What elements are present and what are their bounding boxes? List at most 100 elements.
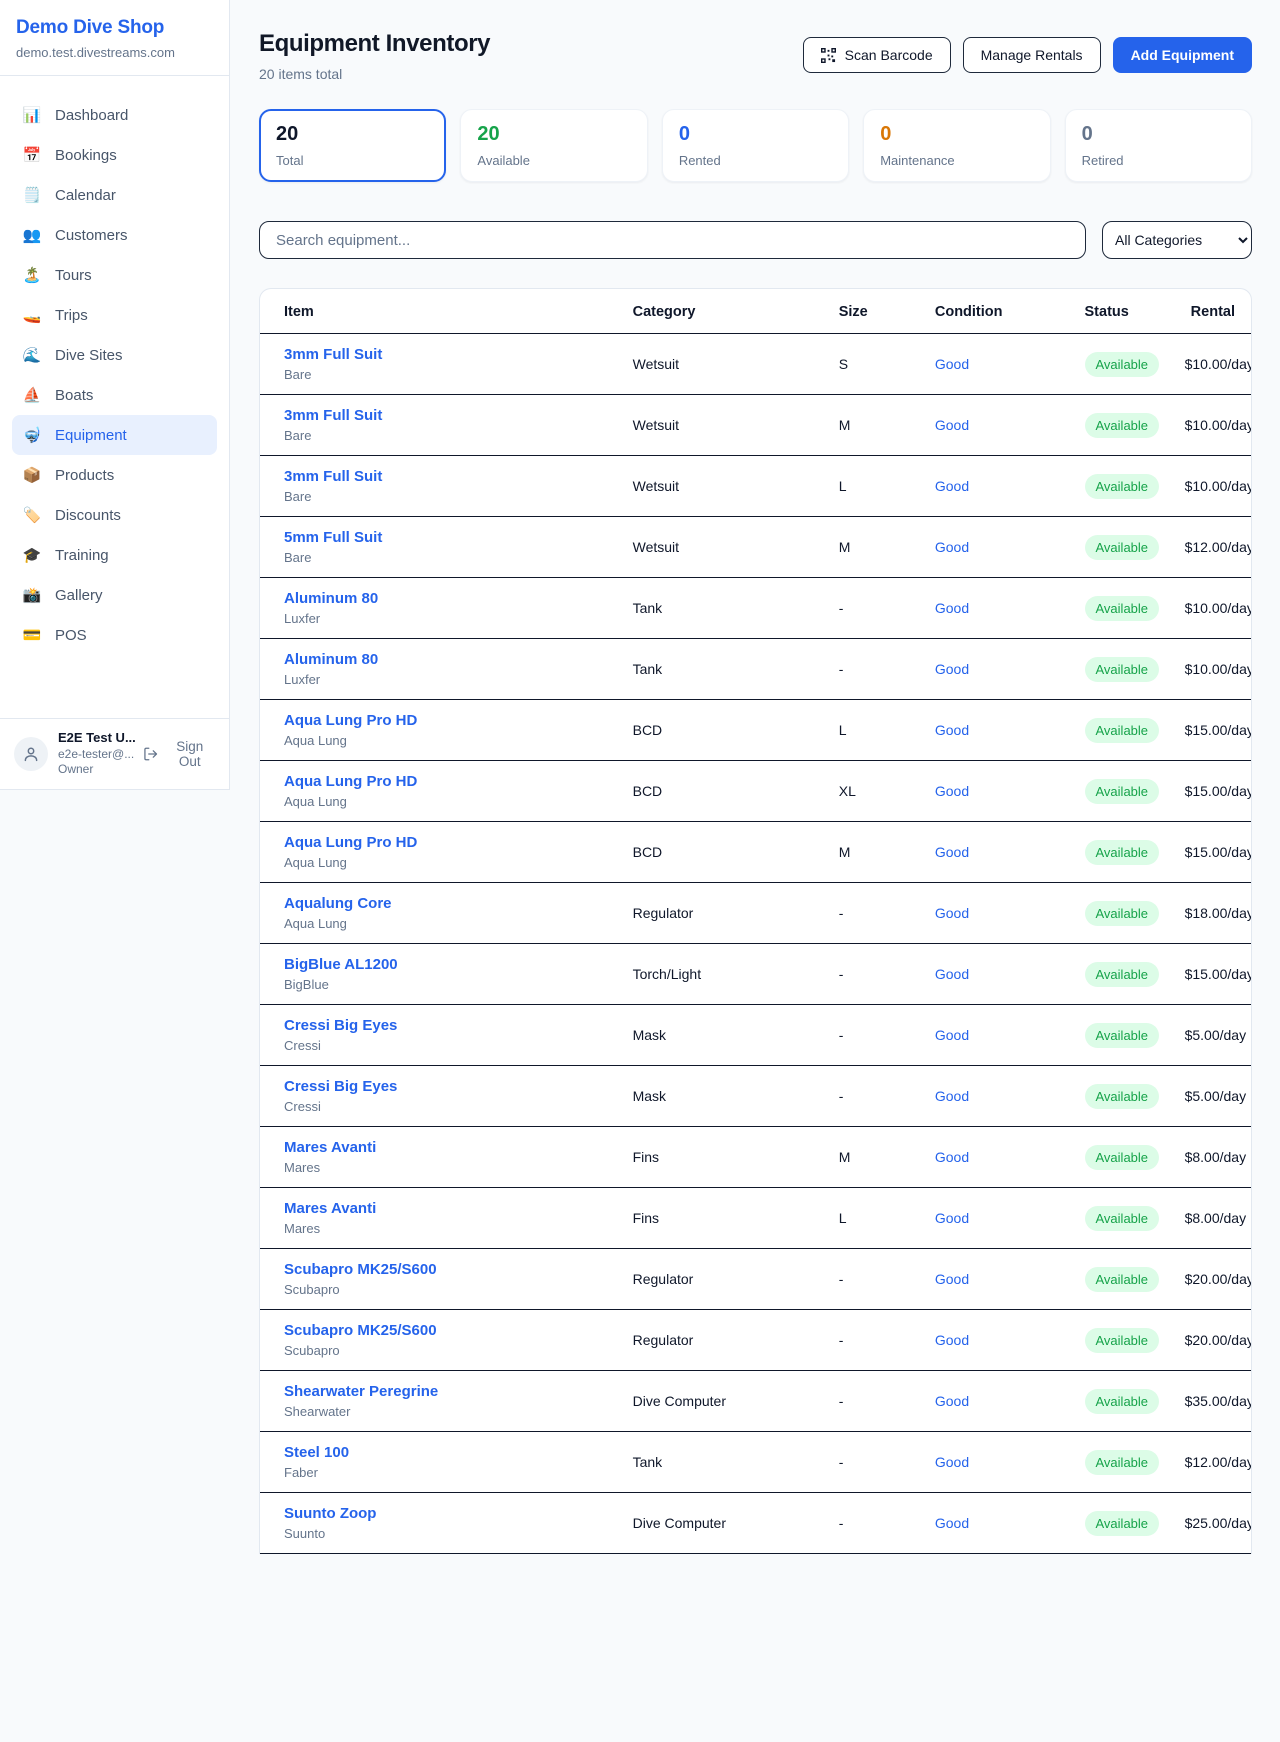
item-name-link[interactable]: 3mm Full Suit: [284, 407, 633, 424]
condition-link[interactable]: Good: [935, 1332, 969, 1348]
stat-value: 20: [276, 123, 429, 146]
sidebar-item[interactable]: 📸 Gallery: [12, 575, 217, 615]
item-name-link[interactable]: Aqua Lung Pro HD: [284, 773, 633, 790]
item-name-link[interactable]: 3mm Full Suit: [284, 346, 633, 363]
stat-card[interactable]: 0 Rented: [662, 109, 849, 182]
status-cell: Available: [1085, 1310, 1185, 1371]
sidebar-item[interactable]: 📊 Dashboard: [12, 95, 217, 135]
stat-value: 20: [477, 123, 630, 146]
sidebar-item[interactable]: 🏝️ Tours: [12, 255, 217, 295]
condition-link[interactable]: Good: [935, 600, 969, 616]
sidebar-item[interactable]: 🚤 Trips: [12, 295, 217, 335]
condition-link[interactable]: Good: [935, 661, 969, 677]
status-cell: Available: [1085, 944, 1185, 1005]
item-name-link[interactable]: Suunto Zoop: [284, 1505, 633, 1522]
condition-link[interactable]: Good: [935, 1027, 969, 1043]
rental-cell: $10.00/day: [1185, 578, 1251, 639]
condition-link[interactable]: Good: [935, 1210, 969, 1226]
item-name-link[interactable]: Aluminum 80: [284, 651, 633, 668]
condition-link[interactable]: Good: [935, 1515, 969, 1531]
sidebar-item[interactable]: 🎓 Training: [12, 535, 217, 575]
sidebar-item[interactable]: ⛵ Boats: [12, 375, 217, 415]
stat-card[interactable]: 20 Available: [460, 109, 647, 182]
condition-link[interactable]: Good: [935, 722, 969, 738]
sidebar-item[interactable]: 🌊 Dive Sites: [12, 335, 217, 375]
condition-link[interactable]: Good: [935, 478, 969, 494]
sidebar-item[interactable]: 📦 Products: [12, 455, 217, 495]
item-name-link[interactable]: Scubapro MK25/S600: [284, 1322, 633, 1339]
stat-label: Total: [276, 153, 429, 168]
item-name-link[interactable]: Mares Avanti: [284, 1139, 633, 1156]
user-info: E2E Test U... e2e-tester@... Owner: [58, 730, 133, 778]
table-row: 3mm Full Suit Bare Wetsuit M Good Availa…: [260, 395, 1251, 456]
table-body: 3mm Full Suit Bare Wetsuit S Good Availa…: [260, 334, 1251, 1554]
sidebar-item[interactable]: 🗒️ Calendar: [12, 175, 217, 215]
sidebar: Demo Dive Shop demo.test.divestreams.com…: [0, 0, 230, 790]
item-brand: Faber: [284, 1465, 633, 1480]
stat-card[interactable]: 20 Total: [259, 109, 446, 182]
condition-link[interactable]: Good: [935, 1149, 969, 1165]
category-select[interactable]: All Categories: [1102, 221, 1252, 259]
item-name-link[interactable]: Aqualung Core: [284, 895, 633, 912]
condition-cell: Good: [935, 700, 1085, 761]
item-name-link[interactable]: Cressi Big Eyes: [284, 1078, 633, 1095]
stat-card[interactable]: 0 Retired: [1065, 109, 1252, 182]
condition-link[interactable]: Good: [935, 417, 969, 433]
status-badge: Available: [1085, 1389, 1160, 1414]
item-name-link[interactable]: Mares Avanti: [284, 1200, 633, 1217]
item-name-link[interactable]: Cressi Big Eyes: [284, 1017, 633, 1034]
item-brand: Scubapro: [284, 1343, 633, 1358]
scan-barcode-button[interactable]: Scan Barcode: [803, 37, 951, 73]
condition-link[interactable]: Good: [935, 966, 969, 982]
status-badge: Available: [1085, 779, 1160, 804]
category-cell: Fins: [633, 1188, 839, 1249]
item-name-link[interactable]: Aqua Lung Pro HD: [284, 712, 633, 729]
item-name-link[interactable]: Shearwater Peregrine: [284, 1383, 633, 1400]
sidebar-item[interactable]: 💳 POS: [12, 615, 217, 655]
item-name-link[interactable]: 3mm Full Suit: [284, 468, 633, 485]
sidebar-item[interactable]: 🤿 Equipment: [12, 415, 217, 455]
sidebar-item-label: POS: [55, 627, 87, 644]
condition-link[interactable]: Good: [935, 905, 969, 921]
item-name-link[interactable]: 5mm Full Suit: [284, 529, 633, 546]
condition-link[interactable]: Good: [935, 539, 969, 555]
status-cell: Available: [1085, 1493, 1185, 1554]
condition-cell: Good: [935, 517, 1085, 578]
item-name-link[interactable]: Aluminum 80: [284, 590, 633, 607]
condition-link[interactable]: Good: [935, 844, 969, 860]
category-cell: Fins: [633, 1127, 839, 1188]
sidebar-item-icon: 📊: [22, 106, 42, 124]
rental-cell: $8.00/day: [1185, 1188, 1251, 1249]
item-name-link[interactable]: Aqua Lung Pro HD: [284, 834, 633, 851]
size-cell: -: [839, 883, 935, 944]
sidebar-item-label: Dashboard: [55, 107, 128, 124]
condition-link[interactable]: Good: [935, 1271, 969, 1287]
condition-link[interactable]: Good: [935, 356, 969, 372]
condition-link[interactable]: Good: [935, 783, 969, 799]
condition-link[interactable]: Good: [935, 1393, 969, 1409]
status-badge: Available: [1085, 1511, 1160, 1536]
stat-card[interactable]: 0 Maintenance: [863, 109, 1050, 182]
item-brand: Bare: [284, 428, 633, 443]
sidebar-item-label: Dive Sites: [55, 347, 123, 364]
item-brand: Mares: [284, 1160, 633, 1175]
sidebar-item[interactable]: 🏷️ Discounts: [12, 495, 217, 535]
sign-out-button[interactable]: Sign Out: [143, 739, 215, 769]
item-brand: Luxfer: [284, 672, 633, 687]
sidebar-item[interactable]: 📅 Bookings: [12, 135, 217, 175]
sidebar-item[interactable]: 👥 Customers: [12, 215, 217, 255]
size-cell: -: [839, 944, 935, 1005]
condition-link[interactable]: Good: [935, 1454, 969, 1470]
size-cell: -: [839, 1066, 935, 1127]
item-name-link[interactable]: Scubapro MK25/S600: [284, 1261, 633, 1278]
item-name-link[interactable]: Steel 100: [284, 1444, 633, 1461]
search-input[interactable]: [259, 221, 1086, 259]
add-equipment-button[interactable]: Add Equipment: [1113, 37, 1252, 73]
item-name-link[interactable]: BigBlue AL1200: [284, 956, 633, 973]
brand-title[interactable]: Demo Dive Shop: [16, 17, 213, 39]
manage-rentals-button[interactable]: Manage Rentals: [963, 37, 1101, 73]
category-cell: Dive Computer: [633, 1493, 839, 1554]
condition-link[interactable]: Good: [935, 1088, 969, 1104]
item-brand: Aqua Lung: [284, 733, 633, 748]
sidebar-nav: 📊 Dashboard 📅 Bookings 🗒️ Calendar 👥 Cus…: [0, 76, 229, 655]
